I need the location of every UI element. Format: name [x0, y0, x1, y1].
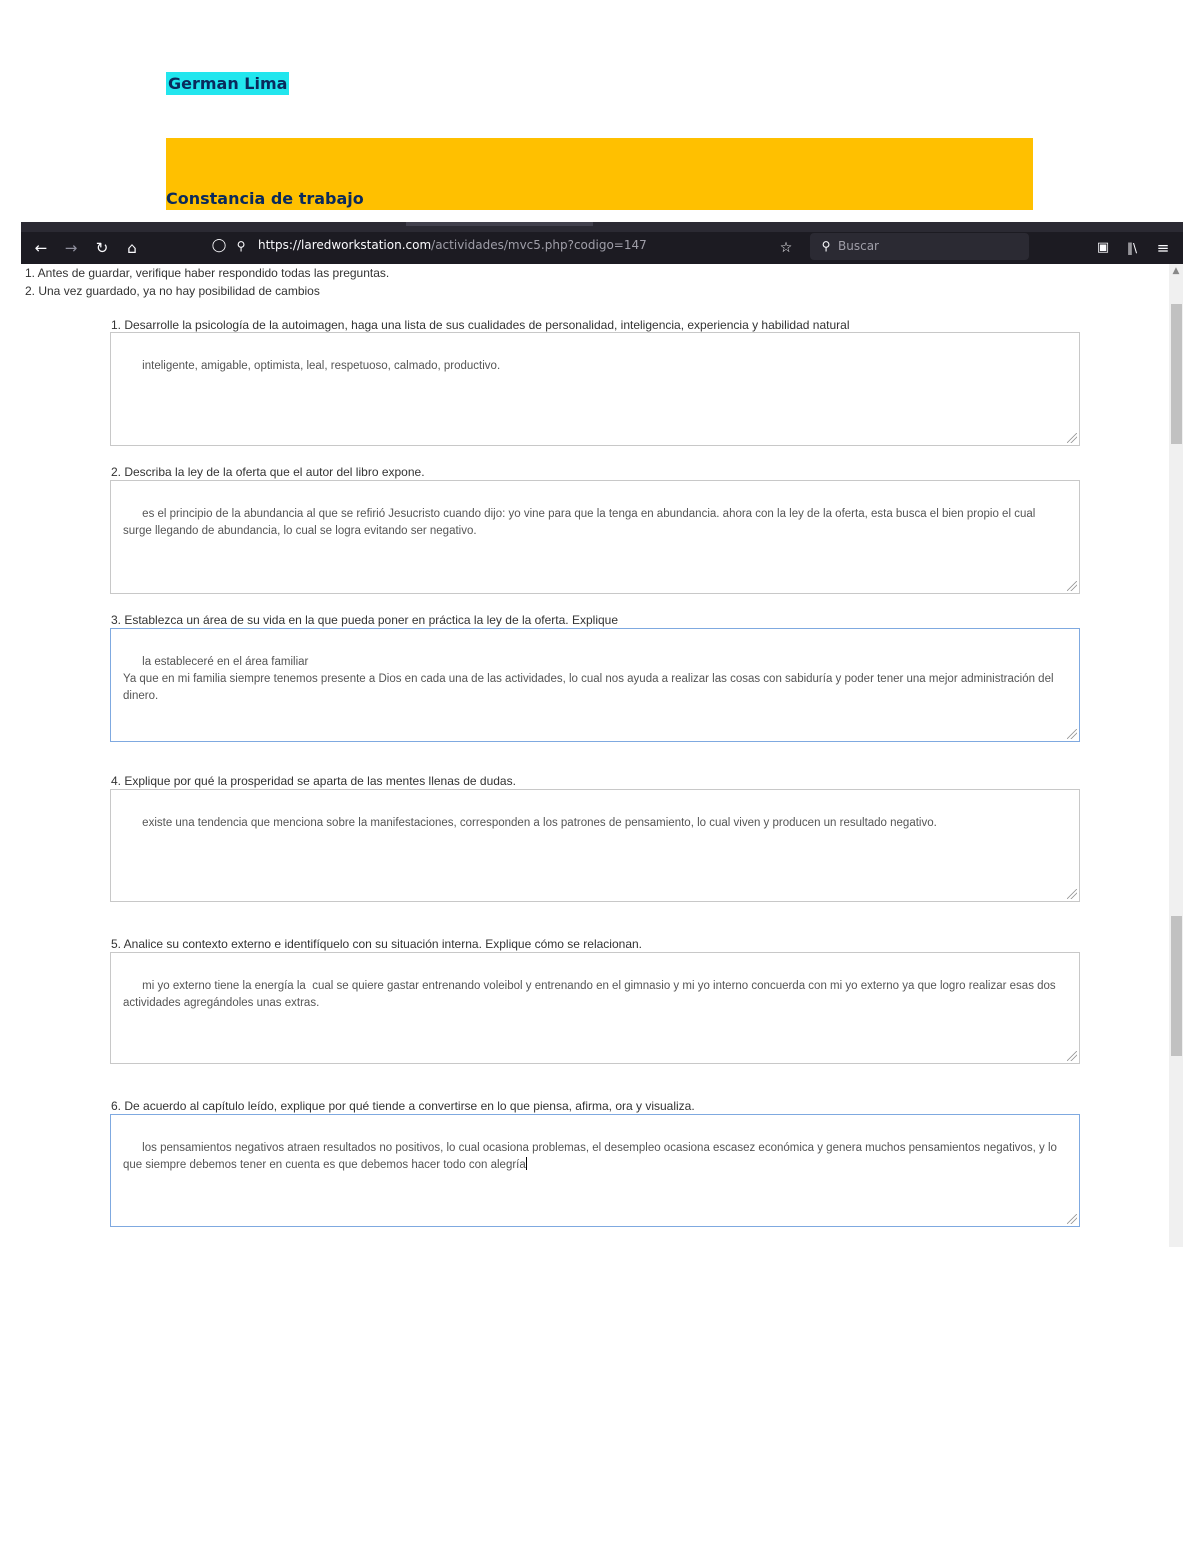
resize-grip-icon[interactable] [1067, 1051, 1077, 1061]
answer-2-text: es el principio de la abundancia al que … [123, 508, 1039, 537]
document-author-name: German Lima [166, 72, 290, 95]
resize-grip-icon[interactable] [1067, 729, 1077, 739]
pocket-icon[interactable]: ▣ [1092, 236, 1114, 260]
url-path: /actividades/mvc5.php?codigo=147 [431, 238, 647, 252]
reload-icon[interactable]: ↻ [91, 236, 113, 260]
question-1-label: 1. Desarrolle la psicología de la autoim… [111, 318, 850, 332]
answer-1-textarea[interactable]: inteligente, amigable, optimista, leal, … [110, 332, 1080, 446]
document-title-banner: Constancia de trabajo [166, 138, 1033, 210]
page-content: 1. Antes de guardar, verifique haber res… [21, 264, 1169, 1247]
library-icon[interactable]: ‖\ [1121, 236, 1143, 260]
answer-1-text: inteligente, amigable, optimista, leal, … [142, 360, 501, 372]
search-placeholder: Buscar [838, 239, 879, 253]
resize-grip-icon[interactable] [1067, 581, 1077, 591]
answer-2-textarea[interactable]: es el principio de la abundancia al que … [110, 480, 1080, 594]
question-2-label: 2. Describa la ley de la oferta que el a… [111, 465, 425, 479]
question-6-label: 6. De acuerdo al capítulo leído, expliqu… [111, 1099, 695, 1113]
lock-icon[interactable]: ⚲ [230, 234, 252, 258]
shield-icon[interactable]: ◯ [208, 234, 230, 258]
browser-screenshot: ← → ↻ ⌂ ◯ ⚲ https://laredworkstation.com… [21, 222, 1183, 1247]
instruction-2: 2. Una vez guardado, ya no hay posibilid… [25, 284, 320, 298]
url-text[interactable]: https://laredworkstation.com/actividades… [258, 238, 647, 252]
bookmark-star-icon[interactable]: ☆ [775, 236, 797, 260]
question-4-label: 4. Explique por qué la prosperidad se ap… [111, 774, 516, 788]
scrollbar-thumb[interactable] [1171, 304, 1182, 444]
answer-6-textarea[interactable]: los pensamientos negativos atraen result… [110, 1114, 1080, 1227]
back-arrow-icon[interactable]: ← [30, 236, 52, 260]
answer-6-text: los pensamientos negativos atraen result… [123, 1142, 1061, 1171]
answer-3-text: la estableceré en el área familiar Ya qu… [123, 656, 1054, 702]
home-icon[interactable]: ⌂ [121, 236, 143, 260]
answer-5-text: mi yo externo tiene la energía la cual s… [123, 980, 1059, 1009]
answer-5-textarea[interactable]: mi yo externo tiene la energía la cual s… [110, 952, 1080, 1064]
document-title: Constancia de trabajo [166, 189, 364, 208]
question-5-label: 5. Analice su contexto externo e identif… [111, 937, 642, 951]
search-box[interactable]: ⚲ Buscar [810, 233, 1029, 260]
url-bar[interactable]: ◯ ⚲ https://laredworkstation.com/activid… [204, 233, 804, 261]
text-caret [525, 1157, 527, 1170]
resize-grip-icon[interactable] [1067, 1214, 1077, 1224]
resize-grip-icon[interactable] [1067, 889, 1077, 899]
menu-icon[interactable]: ≡ [1152, 236, 1174, 260]
instruction-1: 1. Antes de guardar, verifique haber res… [25, 266, 390, 280]
search-icon: ⚲ [821, 239, 831, 253]
tab-bar [21, 222, 1183, 232]
scrollbar-thumb-secondary[interactable] [1171, 916, 1182, 1056]
answer-3-textarea[interactable]: la estableceré en el área familiar Ya qu… [110, 628, 1080, 742]
active-tab-edge [406, 222, 593, 226]
answer-4-text: existe una tendencia que menciona sobre … [142, 817, 937, 829]
answer-4-textarea[interactable]: existe una tendencia que menciona sobre … [110, 789, 1080, 902]
browser-toolbar: ← → ↻ ⌂ ◯ ⚲ https://laredworkstation.com… [21, 232, 1183, 264]
question-3-label: 3. Establezca un área de su vida en la q… [111, 613, 619, 627]
page-scrollbar[interactable]: ▲ [1169, 264, 1183, 1247]
forward-arrow-icon[interactable]: → [60, 236, 82, 260]
scroll-up-icon[interactable]: ▲ [1169, 264, 1183, 278]
resize-grip-icon[interactable] [1067, 433, 1077, 443]
url-host: https://laredworkstation.com [258, 238, 432, 252]
